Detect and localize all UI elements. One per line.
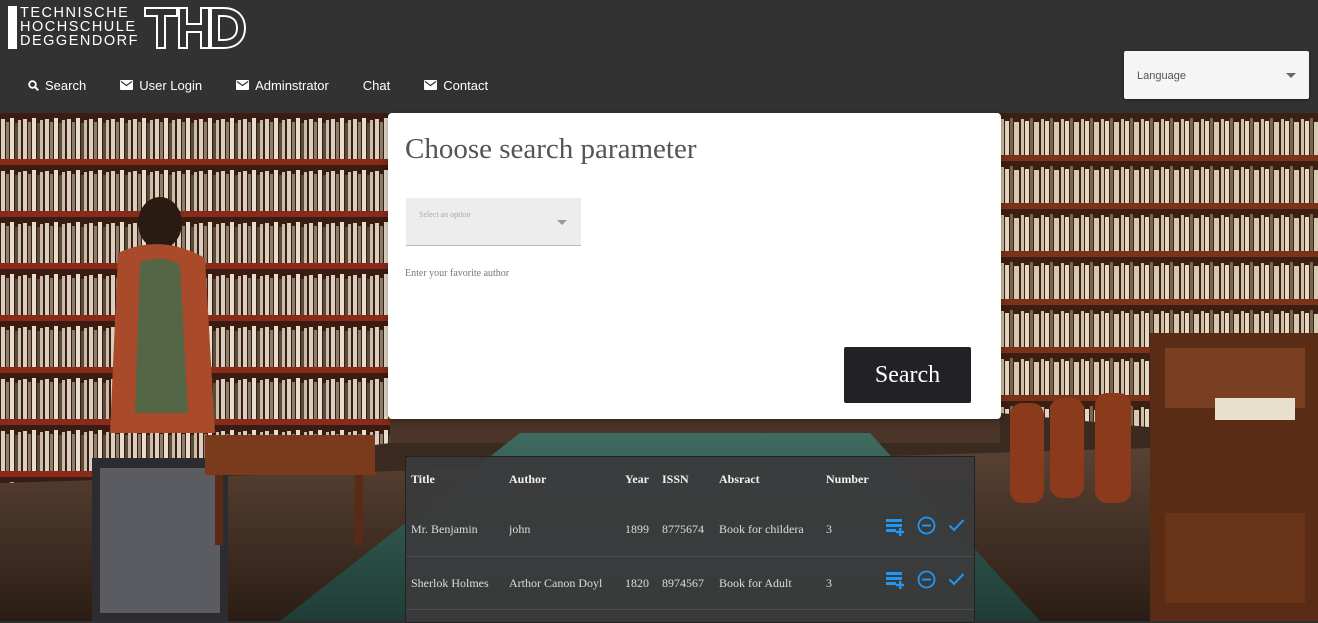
thd-logo-mark [143,7,246,49]
cell-year: 1899 [625,522,649,536]
cell-title: Sherlok Holmes [411,576,489,590]
cell-issn: 8974567 [662,576,704,590]
mail-icon [424,80,438,90]
cell-author: john [509,522,531,536]
cell-number: 3 [826,522,832,536]
remove-circle-icon[interactable] [917,516,936,535]
cell-title: Mr. Benjamin [411,522,478,536]
check-icon[interactable] [948,518,965,532]
remove-circle-icon[interactable] [917,570,936,589]
playlist-add-icon[interactable] [885,570,907,590]
main-nav: Search User Login Adminstrator Chat Cont… [0,74,522,96]
column-header-year: Year [625,472,649,486]
chevron-down-icon [1286,73,1296,78]
cell-author: Arthor Canon Doyl [509,576,603,590]
chevron-down-icon [557,220,567,225]
check-icon[interactable] [948,572,965,586]
mail-icon [120,80,134,90]
university-logo[interactable]: TECHNISCHE HOCHSCHULE DEGGENDORF [8,4,247,50]
cell-year: 1820 [625,576,649,590]
cell-issn: 8775674 [662,522,704,536]
author-field-label: Enter your favorite author [405,268,510,279]
language-select-label: Language [1137,70,1186,82]
column-header-title: Title [411,472,435,486]
logo-text: TECHNISCHE HOCHSCHULE DEGGENDORF [20,5,139,49]
nav-contact-label: Contact [443,77,489,93]
logo-line-3: DEGGENDORF [20,33,139,49]
nav-search-label: Search [45,77,87,93]
cell-number: 3 [826,576,832,590]
cell-abstract: Book for Adult [719,576,792,590]
search-button[interactable]: Search [844,347,971,403]
column-header-author: Author [509,472,547,486]
search-parameter-select[interactable]: Select an option [406,198,581,246]
column-header-number: Number [826,472,869,486]
nav-user-login[interactable]: User Login [120,78,202,93]
row-divider [406,556,974,557]
row-divider [406,609,974,610]
cell-abstract: Book for childera [719,522,804,536]
top-header: TECHNISCHE HOCHSCHULE DEGGENDORF Search … [0,0,1318,113]
nav-administrator[interactable]: Adminstrator [236,78,329,93]
nav-administrator-label: Adminstrator [255,77,329,93]
language-select[interactable]: Language [1124,51,1309,99]
search-icon [28,79,39,91]
mail-icon [236,80,250,90]
nav-search[interactable]: Search [28,78,86,93]
results-table: Title Author Year ISSN Absract Number Mr… [405,456,975,623]
nav-user-login-label: User Login [139,77,203,93]
column-header-abstract: Absract [719,472,760,486]
search-card-title: Choose search parameter [405,133,697,165]
select-placeholder: Select an option [419,210,471,219]
nav-chat[interactable]: Chat [363,78,390,93]
logo-bar [8,5,17,49]
column-header-issn: ISSN [662,472,689,486]
search-card: Choose search parameter Select an option… [388,113,1001,419]
logo-line-1: TECHNISCHE [20,5,130,21]
playlist-add-icon[interactable] [885,517,907,537]
nav-chat-label: Chat [362,77,391,93]
logo-line-2: HOCHSCHULE [20,19,137,35]
nav-contact[interactable]: Contact [424,78,488,93]
